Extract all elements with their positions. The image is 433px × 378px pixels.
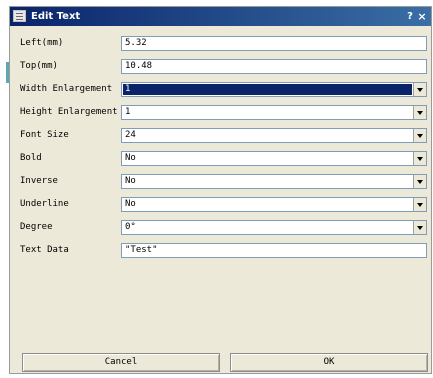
chevron-down-icon[interactable]: [413, 175, 426, 188]
font-size-label: Font Size: [20, 130, 69, 140]
close-button[interactable]: ×: [416, 10, 428, 23]
top-label: Top(mm): [20, 61, 58, 71]
inverse-label: Inverse: [20, 176, 58, 186]
height-enlargement-select[interactable]: 1: [121, 105, 427, 120]
chevron-down-icon[interactable]: [413, 221, 426, 234]
text-data-label: Text Data: [20, 245, 69, 255]
width-enlargement-value: 1: [125, 84, 131, 94]
bold-label: Bold: [20, 153, 42, 163]
edit-text-dialog: Edit Text ? × Left(mm) 5.32 Top(mm) 10.4…: [9, 6, 432, 374]
help-button[interactable]: ?: [404, 10, 416, 23]
width-enlargement-select[interactable]: 1: [121, 82, 427, 97]
chevron-down-icon[interactable]: [413, 129, 426, 142]
width-enlargement-label: Width Enlargement: [20, 84, 113, 94]
degree-value: 0°: [125, 222, 136, 232]
cancel-button[interactable]: Cancel: [22, 353, 220, 372]
inverse-value: No: [125, 176, 136, 186]
height-enlargement-value: 1: [125, 107, 131, 117]
ok-button[interactable]: OK: [230, 353, 428, 372]
degree-select[interactable]: 0°: [121, 220, 427, 235]
chevron-down-icon[interactable]: [413, 83, 426, 96]
window-title: Edit Text: [31, 11, 81, 22]
font-size-select[interactable]: 24: [121, 128, 427, 143]
bold-select[interactable]: No: [121, 151, 427, 166]
left-label: Left(mm): [20, 38, 64, 48]
chevron-down-icon[interactable]: [413, 106, 426, 119]
text-data-input[interactable]: "Test": [121, 243, 427, 258]
degree-label: Degree: [20, 222, 53, 232]
left-input[interactable]: 5.32: [121, 36, 427, 51]
font-size-value: 24: [125, 130, 136, 140]
chevron-down-icon[interactable]: [413, 152, 426, 165]
inverse-select[interactable]: No: [121, 174, 427, 189]
underline-value: No: [125, 199, 136, 209]
top-input[interactable]: 10.48: [121, 59, 427, 74]
underline-select[interactable]: No: [121, 197, 427, 212]
underline-label: Underline: [20, 199, 69, 209]
window-icon: [13, 10, 26, 22]
chevron-down-icon[interactable]: [413, 198, 426, 211]
bold-value: No: [125, 153, 136, 163]
selection-highlight: [123, 84, 412, 95]
title-bar[interactable]: Edit Text ? ×: [10, 7, 431, 26]
height-enlargement-label: Height Enlargement: [20, 107, 118, 117]
